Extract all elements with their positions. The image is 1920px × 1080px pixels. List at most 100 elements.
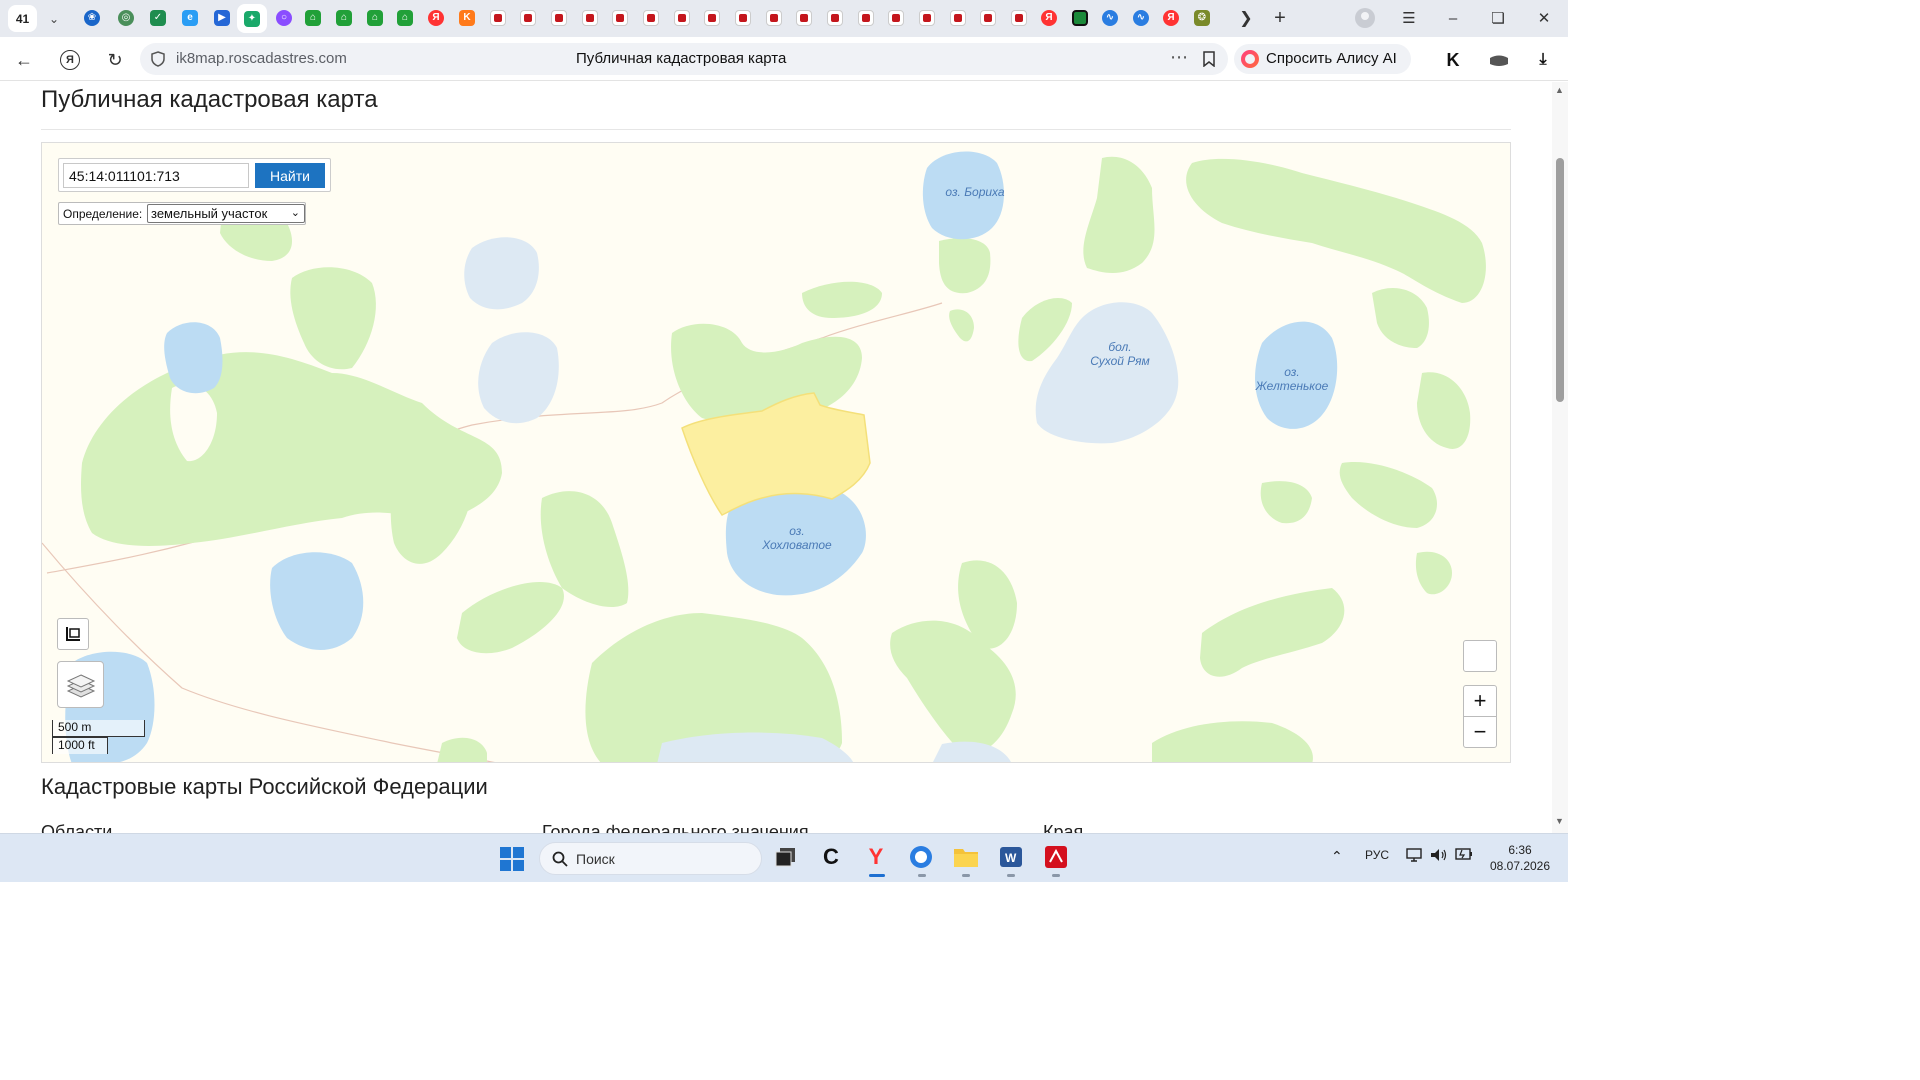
extension-hat-icon[interactable] [1488, 50, 1510, 70]
tab-favicon[interactable] [948, 8, 968, 28]
tab-favicon[interactable]: ⌂ [334, 8, 354, 28]
more-dots-icon[interactable]: ⋯ [1170, 47, 1189, 68]
tab-favicon[interactable]: ◎ [116, 8, 136, 28]
tab-count-button[interactable]: 41 [8, 5, 37, 32]
menu-icon[interactable]: ☰ [1396, 6, 1422, 30]
bookmark-icon[interactable] [1202, 51, 1216, 67]
tab-favicon[interactable] [794, 8, 814, 28]
yandex-browser-icon[interactable]: Y [863, 844, 889, 870]
map-canvas[interactable] [42, 143, 1511, 763]
taskbar-search[interactable]: Поиск [539, 842, 762, 875]
tab-favicon[interactable] [825, 8, 845, 28]
tab-favicon[interactable] [1009, 8, 1029, 28]
column-heading-krai[interactable]: Края [1043, 822, 1083, 833]
zoom-out-button[interactable]: − [1463, 716, 1497, 748]
omnibox[interactable]: ik8map.roscadastres.com Публичная кадаст… [140, 43, 1228, 75]
extension-k-icon[interactable]: K [1442, 50, 1464, 70]
chevron-right-icon[interactable]: ❯ [1236, 8, 1256, 28]
page-scrollbar[interactable]: ▲ ▼ [1552, 82, 1568, 833]
cadastral-map[interactable]: оз. Бориха бол. Сухой Рям оз. Желтенькое о… [41, 142, 1511, 763]
document-icon: e [182, 10, 198, 26]
tab-favicon[interactable]: ▶ [212, 8, 232, 28]
section-heading: Кадастровые карты Российской Федерации [41, 774, 488, 799]
system-clock[interactable]: 6:36 08.07.2026 [1488, 842, 1552, 874]
tab-favicon[interactable] [856, 8, 876, 28]
task-view-icon[interactable] [773, 844, 799, 870]
tab-favicon[interactable]: K [457, 8, 477, 28]
tab-favicon[interactable] [1070, 8, 1090, 28]
chevron-down-icon[interactable]: ⌄ [44, 9, 64, 29]
address-bar-row: ← Я ↻ ik8map.roscadastres.com Публичная … [0, 37, 1568, 81]
column-heading-regions[interactable]: Области [41, 822, 112, 833]
tab-favicon-active[interactable]: ✦ [237, 4, 267, 33]
tab-favicon[interactable]: ❀ [82, 8, 102, 28]
tab-favicon[interactable]: Я [426, 8, 446, 28]
tab-favicon[interactable] [886, 8, 906, 28]
ask-alice-button[interactable]: Спросить Алису AI [1234, 44, 1411, 74]
windows-start-icon[interactable] [500, 847, 524, 871]
running-app-indicator [1007, 874, 1015, 877]
tab-favicon[interactable] [733, 8, 753, 28]
tab-favicon[interactable] [672, 8, 692, 28]
copilot-c-icon[interactable]: C [818, 844, 844, 870]
tab-favicon[interactable]: ❂ [1192, 8, 1212, 28]
messenger-icon[interactable] [908, 844, 934, 870]
lake-label-sukhoy-ryam: бол. Сухой Рям [1075, 340, 1165, 368]
tab-favicon[interactable] [702, 8, 722, 28]
scrollbar-thumb[interactable] [1556, 158, 1564, 402]
tab-favicon[interactable]: e [180, 8, 200, 28]
restore-icon[interactable]: ❏ [1485, 6, 1511, 30]
language-indicator[interactable]: РУС [1365, 848, 1389, 862]
zoom-in-button[interactable]: + [1463, 685, 1497, 717]
tab-favicon[interactable]: Я [1161, 8, 1181, 28]
word-icon[interactable]: W [998, 844, 1024, 870]
tab-favicon[interactable] [580, 8, 600, 28]
back-arrow-icon[interactable]: ← [12, 48, 36, 72]
download-icon[interactable]: ⤓ [1532, 50, 1554, 70]
fullscreen-button[interactable] [1463, 640, 1497, 672]
tab-favicon[interactable] [978, 8, 998, 28]
definition-select[interactable]: земельный участок ⌄ [147, 204, 305, 223]
column-heading-federal-cities[interactable]: Города федерального значения [542, 822, 809, 833]
pdf-icon [1011, 10, 1027, 26]
reload-icon[interactable]: ↻ [103, 48, 127, 72]
scale-metric: 500 m [52, 720, 145, 737]
battery-icon[interactable] [1455, 848, 1473, 863]
tab-favicon[interactable]: ⌂ [365, 8, 385, 28]
yandex-home-icon[interactable]: Я [60, 50, 80, 70]
url-text[interactable]: ik8map.roscadastres.com [176, 50, 347, 67]
page-title-in-omnibox: Публичная кадастровая карта [576, 50, 787, 67]
find-button[interactable]: Найти [255, 163, 325, 188]
volume-icon[interactable] [1430, 848, 1448, 865]
tab-favicon[interactable]: ○ [274, 8, 294, 28]
measure-tool-button[interactable] [57, 618, 89, 650]
monitor-icon[interactable] [1406, 848, 1422, 865]
profile-avatar-icon[interactable] [1355, 8, 1375, 28]
acrobat-icon[interactable] [1043, 844, 1069, 870]
tab-favicon[interactable]: Я [1039, 8, 1059, 28]
tab-favicon[interactable] [764, 8, 784, 28]
tab-favicon[interactable] [641, 8, 661, 28]
scroll-up-arrow-icon[interactable]: ▲ [1555, 85, 1564, 95]
tab-favicon[interactable]: ⌂ [395, 8, 415, 28]
pdf-icon [888, 10, 904, 26]
tab-favicon[interactable]: ✓ [148, 8, 168, 28]
tab-favicon[interactable]: ∿ [1100, 8, 1120, 28]
cadastral-number-input[interactable] [63, 163, 249, 188]
file-explorer-icon[interactable] [953, 844, 979, 870]
ask-alice-label: Спросить Алису AI [1266, 50, 1397, 67]
new-tab-icon[interactable]: + [1270, 7, 1290, 29]
tab-favicon[interactable] [518, 8, 538, 28]
scroll-down-arrow-icon[interactable]: ▼ [1555, 816, 1564, 826]
close-icon[interactable]: ✕ [1531, 6, 1557, 30]
layers-button[interactable] [57, 661, 104, 708]
tab-favicon[interactable]: ∿ [1131, 8, 1151, 28]
globe-icon: ❀ [84, 10, 100, 26]
tab-favicon[interactable] [549, 8, 569, 28]
tab-favicon[interactable]: ⌂ [303, 8, 323, 28]
chevron-up-icon[interactable]: ⌃ [1331, 848, 1343, 865]
tab-favicon[interactable] [488, 8, 508, 28]
tab-favicon[interactable] [917, 8, 937, 28]
minimize-icon[interactable]: – [1440, 6, 1466, 30]
tab-favicon[interactable] [610, 8, 630, 28]
